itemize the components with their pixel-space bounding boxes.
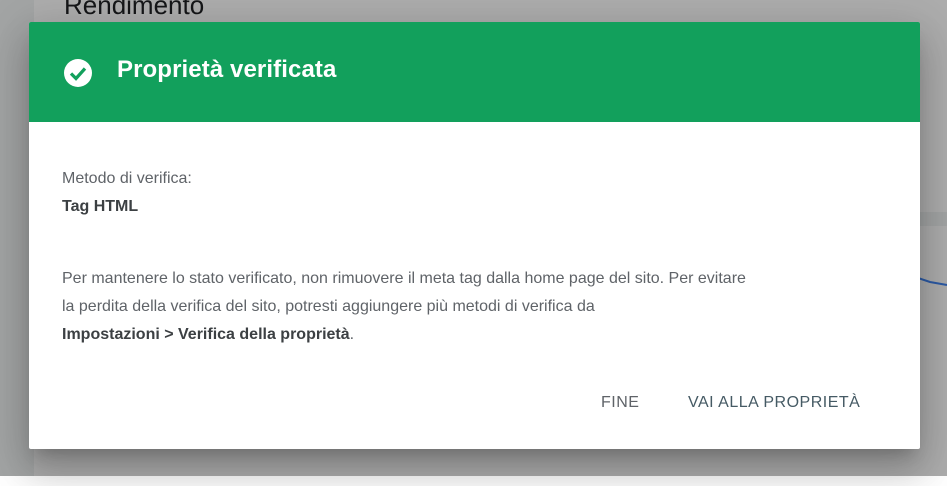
info-text-end: . <box>349 326 355 343</box>
verification-info-text: Per mantenere lo stato verificato, non r… <box>62 265 902 349</box>
dialog-title: Proprietà verificata <box>117 56 337 83</box>
verification-method-label: Metodo di verifica: <box>62 170 192 187</box>
info-text-line2: la perdita della verifica del sito, potr… <box>62 298 595 315</box>
settings-path: Impostazioni > Verifica della proprietà <box>62 326 350 343</box>
verification-method-value: Tag HTML <box>62 198 139 215</box>
done-button[interactable]: FINE <box>601 388 639 418</box>
go-to-property-button[interactable]: VAI ALLA PROPRIETÀ <box>688 388 860 418</box>
info-text-line1: Per mantenere lo stato verificato, non r… <box>62 270 746 287</box>
verification-dialog: Proprietà verificata Metodo di verifica:… <box>29 22 920 449</box>
check-circle-icon <box>64 59 92 87</box>
dialog-header: Proprietà verificata <box>29 22 920 122</box>
